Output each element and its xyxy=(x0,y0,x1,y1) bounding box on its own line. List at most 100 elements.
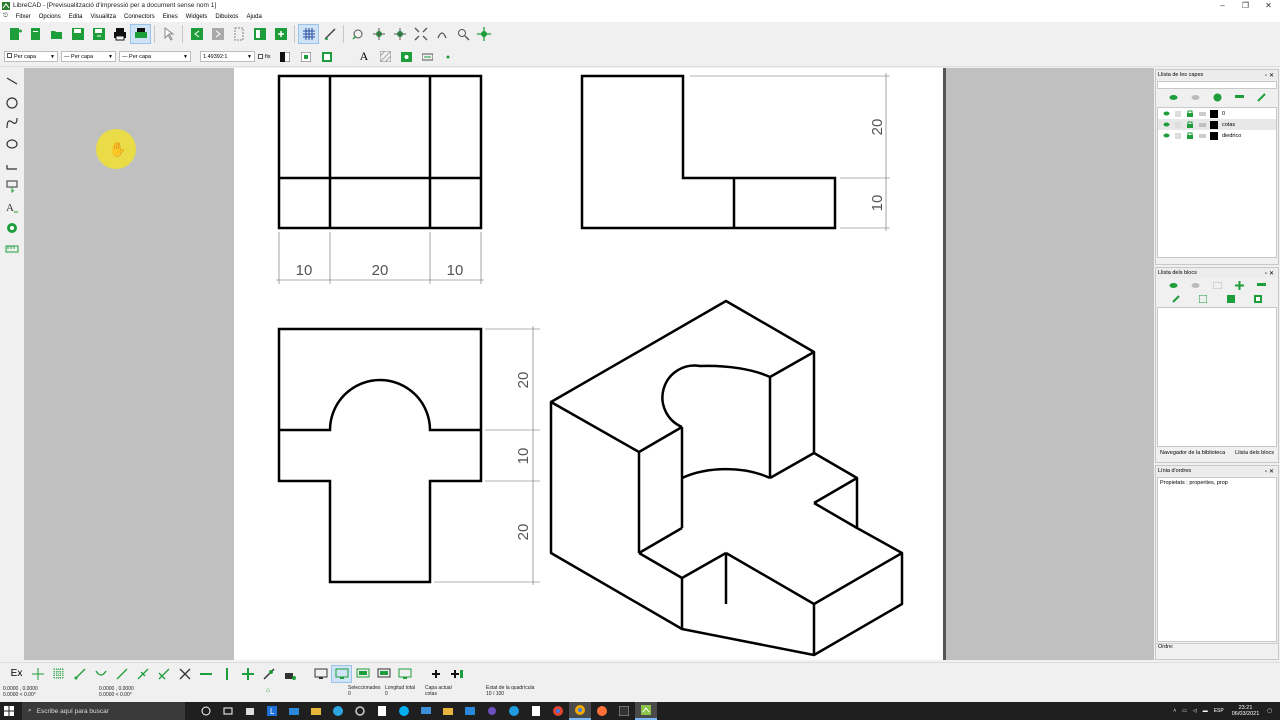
folder-icon[interactable] xyxy=(437,702,459,720)
network-icon[interactable]: ▭ xyxy=(1182,708,1187,714)
text-font-icon[interactable]: A xyxy=(358,49,371,63)
app-menu-icon[interactable]: ⎋ xyxy=(3,13,8,20)
text-tool-icon[interactable]: A xyxy=(0,196,24,217)
block-icon[interactable] xyxy=(421,50,434,63)
hatch-icon[interactable] xyxy=(379,50,392,63)
chrome-icon[interactable] xyxy=(547,702,569,720)
layer-row[interactable]: cotas xyxy=(1158,119,1276,130)
fix-scale-checkbox[interactable]: fix xyxy=(258,54,271,60)
add-block-icon[interactable] xyxy=(1234,280,1244,292)
export-block-icon[interactable] xyxy=(1254,295,1263,305)
grid-toggle-button[interactable] xyxy=(298,24,319,44)
snap-endpoint-icon[interactable] xyxy=(69,665,90,683)
windows-start-icon[interactable] xyxy=(4,706,14,716)
menu-opcions[interactable]: Opcions xyxy=(39,14,61,20)
printer-icon[interactable] xyxy=(1198,132,1206,140)
battery-icon[interactable]: ▬ xyxy=(1203,708,1208,714)
dimension-tool-icon[interactable] xyxy=(0,238,24,259)
tab-library-browser[interactable]: Navegador de la biblioteca xyxy=(1160,450,1225,456)
zoom-window-button[interactable] xyxy=(452,24,473,44)
menu-connectors[interactable]: Connectors xyxy=(124,14,155,20)
pen-width-select[interactable]: — Per capa ▼ xyxy=(119,51,191,62)
zoom-auto-button[interactable] xyxy=(410,24,431,44)
eye-icon[interactable] xyxy=(1162,132,1170,140)
new-template-button[interactable] xyxy=(25,24,46,44)
layer-filter-input[interactable] xyxy=(1157,81,1277,89)
black-white-icon[interactable] xyxy=(279,50,292,63)
edit-layer-icon[interactable] xyxy=(1256,92,1266,104)
ellipse-tool-icon[interactable] xyxy=(0,133,24,154)
add-layer-icon[interactable] xyxy=(1213,93,1222,104)
open-file-button[interactable] xyxy=(46,24,67,44)
point-icon[interactable] xyxy=(442,50,455,63)
restore-button[interactable]: ❐ xyxy=(1234,0,1257,11)
save-block-icon[interactable] xyxy=(1198,294,1208,305)
create-block-icon[interactable] xyxy=(1212,281,1222,291)
notepad-icon[interactable] xyxy=(371,702,393,720)
snap-center-icon[interactable] xyxy=(111,665,132,683)
curve-tool-icon[interactable] xyxy=(0,112,24,133)
snap-distance-icon[interactable] xyxy=(153,665,174,683)
hide-all-layers-icon[interactable] xyxy=(1191,94,1200,103)
remote-desktop-icon[interactable] xyxy=(415,702,437,720)
hide-blocks-icon[interactable] xyxy=(1191,282,1200,291)
print-preview-button[interactable] xyxy=(130,24,151,44)
lock-icon[interactable] xyxy=(1186,132,1194,140)
menu-eines[interactable]: Eines xyxy=(163,14,178,20)
circle-tool-icon[interactable] xyxy=(0,91,24,112)
edge-icon[interactable] xyxy=(503,702,525,720)
layer-color-swatch[interactable] xyxy=(1210,120,1218,129)
snap-grid-icon[interactable] xyxy=(48,665,69,683)
snap-middle-icon[interactable] xyxy=(132,665,153,683)
print-preview-paper[interactable]: 10 20 10 20 10 20 10 20 xyxy=(234,68,943,660)
restrict-horizontal-icon[interactable] xyxy=(195,665,216,683)
zoom-out-button[interactable] xyxy=(389,24,410,44)
freeze-icon[interactable] xyxy=(1174,110,1182,118)
freeze-icon[interactable] xyxy=(1174,132,1182,140)
zoom-in-button[interactable] xyxy=(368,24,389,44)
paper-center-icon[interactable] xyxy=(300,50,313,63)
lock-icon[interactable] xyxy=(1186,121,1194,129)
menu-fitxer[interactable]: Fitxer xyxy=(16,14,31,20)
copy-button[interactable] xyxy=(249,24,270,44)
tray-up-icon[interactable]: ˄ xyxy=(1173,708,1176,714)
cut-button[interactable] xyxy=(228,24,249,44)
cortana-icon[interactable] xyxy=(195,702,217,720)
snap-on-entity-icon[interactable] xyxy=(90,665,111,683)
layer-color-swatch[interactable] xyxy=(1210,131,1218,140)
modify-tool-icon[interactable] xyxy=(0,217,24,238)
layer-row[interactable]: diedrico xyxy=(1158,130,1276,141)
volume-icon[interactable]: ◁ xyxy=(1193,708,1197,714)
video-app-icon[interactable] xyxy=(459,702,481,720)
pdf-icon[interactable] xyxy=(525,702,547,720)
eye-icon[interactable] xyxy=(1162,110,1170,118)
new-file-button[interactable] xyxy=(4,24,25,44)
draft-mode-button[interactable] xyxy=(319,24,340,44)
redo-button[interactable] xyxy=(207,24,228,44)
menu-widgets[interactable]: Widgets xyxy=(186,14,208,20)
dock-float-close-icon[interactable]: ▫✕ xyxy=(1265,72,1276,79)
pen-linetype-select[interactable]: — Per capa ▼ xyxy=(61,51,116,62)
dock-float-close-icon[interactable]: ▫✕ xyxy=(1265,468,1276,475)
lock-relative-zero-icon[interactable] xyxy=(279,665,300,683)
notifications-icon[interactable]: ▢ xyxy=(1267,708,1272,714)
redraw-button[interactable] xyxy=(347,24,368,44)
image-icon[interactable] xyxy=(400,50,413,63)
print-button[interactable] xyxy=(109,24,130,44)
freeze-icon[interactable] xyxy=(1174,121,1182,129)
task-view-icon[interactable] xyxy=(217,702,239,720)
zoom-pan-button[interactable] xyxy=(473,24,494,44)
store-icon[interactable] xyxy=(239,702,261,720)
menu-ajuda[interactable]: Ajuda xyxy=(246,14,261,20)
remove-block-icon[interactable] xyxy=(1256,282,1266,290)
undo-button[interactable] xyxy=(186,24,207,44)
printer-icon[interactable] xyxy=(1198,121,1206,129)
polyline-tool-icon[interactable] xyxy=(0,154,24,175)
clock[interactable]: 23:21 06/03/2021 xyxy=(1232,705,1260,717)
view-antialias-icon[interactable] xyxy=(394,665,415,683)
add-snap-list-icon[interactable] xyxy=(446,665,467,683)
view-normal-icon[interactable] xyxy=(310,665,331,683)
dock-float-close-icon[interactable]: ▫✕ xyxy=(1265,270,1276,277)
print-scale-select[interactable]: 1.49392:1 ▼ xyxy=(200,51,255,62)
tab-block-list[interactable]: Llista dels blocs xyxy=(1235,450,1274,456)
